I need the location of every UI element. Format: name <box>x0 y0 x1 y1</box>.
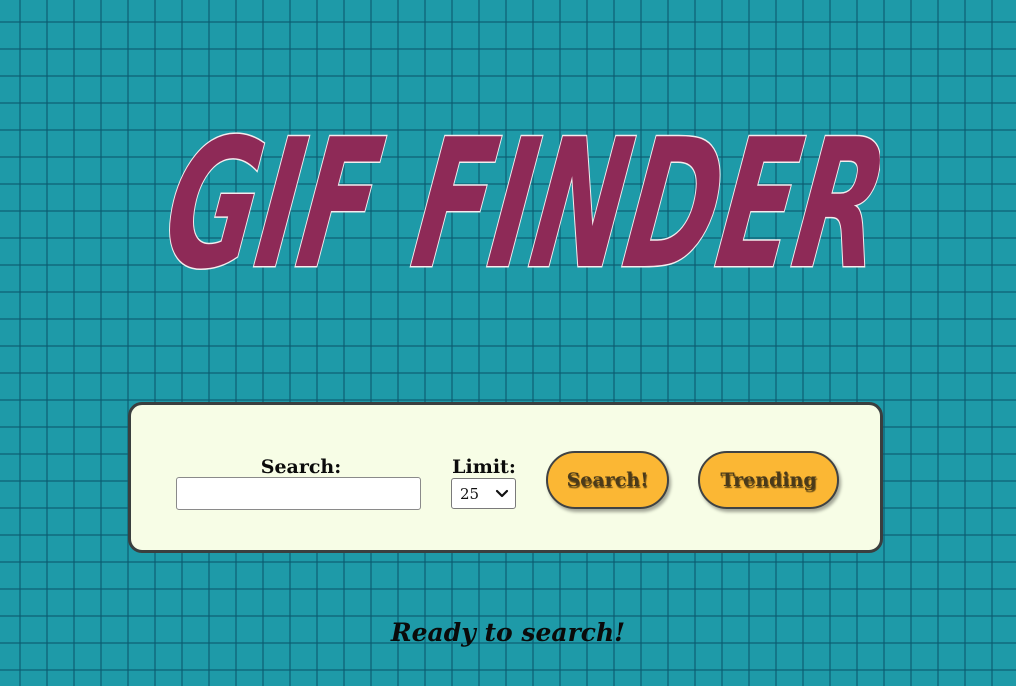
app-logo: GIF FINDER <box>150 96 880 286</box>
limit-select[interactable]: 25 <box>451 478 516 509</box>
search-button[interactable]: Search! <box>546 451 669 509</box>
chevron-down-icon <box>495 489 509 497</box>
logo-text: GIF FINDER <box>154 102 880 286</box>
limit-selected-value: 25 <box>460 484 480 503</box>
search-input[interactable] <box>176 477 421 510</box>
logo-graphic: GIF FINDER <box>152 100 880 286</box>
trending-button[interactable]: Trending <box>698 451 839 509</box>
limit-label: Limit: <box>452 456 516 478</box>
status-message: Ready to search! <box>390 618 626 647</box>
search-label: Search: <box>260 456 342 478</box>
search-panel: Search: Limit: 25 Search! Trending <box>128 402 883 553</box>
